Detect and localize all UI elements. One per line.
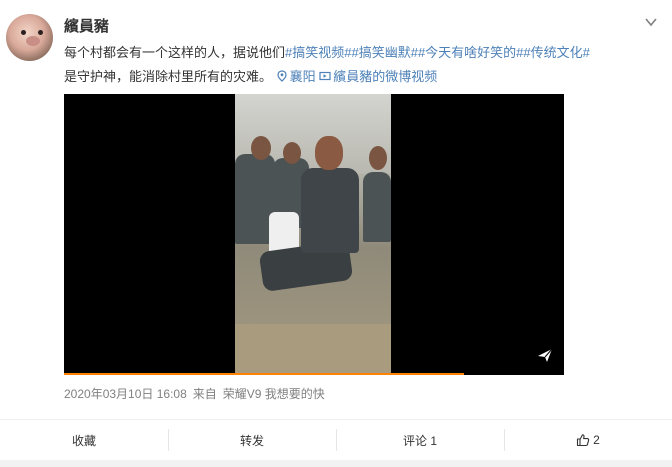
favorite-label: 收藏 [71,433,96,448]
bg-person-head [369,146,387,170]
comment-label: 评论 1 [402,433,437,448]
main-person-head [315,136,343,170]
source-device[interactable]: 荣耀V9 我想要的快 [223,387,325,401]
location-pin-icon [277,70,287,82]
video-frame-ground [235,324,391,375]
video-player[interactable] [64,94,564,375]
avatar-eye [38,30,43,35]
chevron-down-icon[interactable] [644,15,658,29]
weibo-post-card: 繽員豬 每个村都会有一个这样的人，据说他们#搞笑视频##搞笑幽默##今天有啥好笑… [0,0,672,467]
post-text: 每个村都会有一个这样的人，据说他们#搞笑视频##搞笑幽默##今天有啥好笑的##传… [64,41,664,89]
video-icon [319,71,331,81]
username[interactable]: 繽員豬 [64,15,109,36]
hashtag-link[interactable]: #搞笑视频# [285,45,351,60]
action-toolbar: 收藏 转发 评论 1 2 [0,419,672,461]
post-meta: 2020年03月10日 16:08 来自 荣耀V9 我想要的快 [64,385,331,402]
video-link-label: 繽員豬的微博视频 [333,69,438,84]
avatar[interactable] [6,14,53,61]
location-link[interactable]: 襄阳 [276,69,320,84]
bottom-divider [0,460,672,467]
main-person-torso [301,168,359,253]
hashtag-link[interactable]: #传统文化# [523,45,589,60]
avatar-eye [21,30,26,35]
favorite-button[interactable]: 收藏 [0,420,168,460]
post-timestamp[interactable]: 2020年03月10日 16:08 [64,387,187,401]
source-prefix: 来自 [192,387,217,401]
like-button[interactable]: 2 [504,420,672,460]
bg-person-head [251,136,271,160]
hashtag-link[interactable]: #搞笑幽默# [351,45,417,60]
location-label: 襄阳 [289,69,316,84]
repost-label: 转发 [239,433,264,448]
thumbs-up-icon [577,434,590,447]
bg-person-head [283,142,301,164]
main-person [258,136,361,311]
video-frame [235,94,391,375]
video-progress-bar [64,373,464,375]
video-link[interactable]: 繽員豬的微博视频 [319,69,437,84]
post-text-rest: 是守护神，能消除村里所有的灾难。 [64,69,273,84]
paper-plane-icon[interactable] [536,346,554,364]
post-text-intro: 每个村都会有一个这样的人，据说他们 [64,45,286,60]
like-count: 2 [593,433,600,447]
hashtag-link[interactable]: #今天有啥好笑的# [418,45,523,60]
bg-person [363,172,391,242]
comment-button[interactable]: 评论 1 [336,420,504,460]
avatar-nose [26,36,40,46]
repost-button[interactable]: 转发 [168,420,336,460]
